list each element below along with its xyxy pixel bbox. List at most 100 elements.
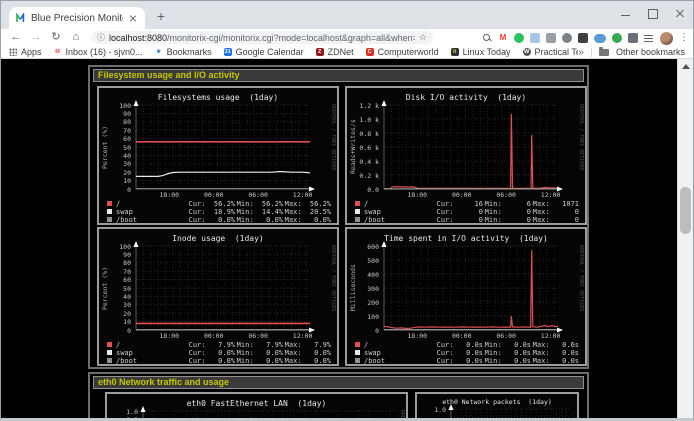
y-tick-label: 30: [99, 301, 131, 309]
y-tick-label: 30: [99, 160, 131, 168]
legend-series-name: /: [364, 341, 368, 349]
legend-max-value: Max: 7.9%: [239, 341, 331, 349]
search-extension-icon[interactable]: [482, 33, 492, 43]
bookmark-apps[interactable]: Apps: [9, 47, 42, 57]
camera-extension-icon[interactable]: [562, 33, 572, 43]
profile-avatar[interactable]: [660, 32, 673, 45]
legend-series-name: swap: [364, 349, 381, 357]
home-icon[interactable]: ⌂: [67, 30, 85, 45]
bookmark-label: ZDNet: [328, 47, 354, 57]
y-tick-label: 40: [99, 152, 131, 160]
blue-extension-icon[interactable]: [594, 34, 606, 43]
scrollbar-thumb[interactable]: [680, 187, 691, 234]
legend-row: swapCur: 0Min: 0Max: 0: [347, 208, 585, 216]
bookmark-zdnet[interactable]: Z ZDNet: [316, 47, 354, 57]
bookmark-label: Google Calendar: [236, 47, 304, 57]
x-tick-label: 06:00: [244, 332, 272, 340]
graph-inode-usage[interactable]: Inode usage (1day)Percent (%)10090807060…: [97, 227, 339, 366]
bookmark-practical-technol-[interactable]: W Practical Technol...: [523, 47, 579, 57]
chrome-menu-icon[interactable]: ⋮: [679, 32, 689, 44]
y-tick-label: 1.2 k: [347, 102, 379, 110]
monitorix-favicon: [16, 13, 26, 23]
y-tick-label: 20: [99, 169, 131, 177]
legend-swatch: [355, 201, 360, 206]
legend-row: swapCur: 18.9%Min: 14.4%Max: 20.5%: [99, 208, 337, 216]
y-tick-label: 0.2 k: [347, 172, 379, 180]
folder-icon: [599, 49, 609, 56]
graph-title: eth0 FastEthernet LAN (1day): [107, 399, 406, 408]
rrdtool-watermark: RRDTOOL / TOBI OETIKER: [330, 245, 336, 311]
bookmark-label: Computerworld: [378, 47, 439, 57]
y-tick-label: 1.0: [417, 406, 446, 414]
y-tick-label: 0.9: [107, 416, 138, 418]
y-tick-label: 100: [347, 313, 379, 321]
bookmarks-overflow-icon[interactable]: »: [578, 47, 584, 58]
graph-disk-io-activity[interactable]: Disk I/O activity (1day)Reads+Writes/s1.…: [345, 86, 587, 225]
tab-close-icon[interactable]: [128, 13, 138, 23]
grammarly-extension-icon[interactable]: [612, 33, 622, 43]
wordpress-icon: W: [523, 48, 531, 56]
new-tab-button[interactable]: +: [153, 9, 169, 25]
y-tick-label: 200: [347, 299, 379, 307]
scroll-up-icon[interactable]: [682, 64, 690, 69]
plot-svg: [384, 246, 558, 330]
bookmark-inbox-16-sjvn0-[interactable]: MInbox (16) - sjvn0...: [54, 47, 143, 57]
y-tick-label: 400: [347, 271, 379, 279]
reading-list-extension-icon[interactable]: [644, 33, 654, 43]
calendar-icon: 31: [224, 48, 232, 56]
green-extension-icon[interactable]: [514, 33, 524, 43]
gray-extension-icon[interactable]: [546, 33, 556, 43]
back-icon[interactable]: ←: [7, 30, 25, 45]
legend-series-name: swap: [364, 208, 381, 216]
bookmark-google-calendar[interactable]: 31 Google Calendar: [224, 47, 304, 57]
zdnet-icon: Z: [316, 48, 324, 56]
address-bar[interactable]: ⓘ localhost:8080/monitorix-cgi/monitorix…: [91, 31, 433, 44]
x-tick-label: 06:00: [492, 191, 520, 199]
minimize-window-icon[interactable]: [621, 7, 631, 19]
legend-series-name: swap: [116, 208, 133, 216]
pages-extension-icon[interactable]: [530, 33, 540, 43]
browser-window: Blue Precision Monitorix + ← → ↻ ⌂ ⓘ loc…: [0, 0, 694, 421]
x-tick-label: 06:00: [244, 191, 272, 199]
legend-row: swapCur: 0.0%Min: 0.0%Max: 0.0%: [99, 349, 337, 357]
gmail-extension-icon[interactable]: M: [498, 33, 508, 43]
bookmark-linux-today[interactable]: ltLinux Today: [451, 47, 511, 57]
graph-eth0-packets[interactable]: eth0 Network packets (1day)Packets/s1.0: [415, 392, 579, 418]
x-tick-label: 18:00: [403, 332, 431, 340]
legend-swatch: [107, 358, 112, 363]
tab-title: Blue Precision Monitorix: [31, 13, 123, 24]
y-tick-label: 0.0: [347, 186, 379, 194]
y-tick-label: 0: [99, 327, 131, 335]
bookmark-computerworld[interactable]: CComputerworld: [366, 47, 439, 57]
other-bookmarks-button[interactable]: Other bookmarks: [616, 47, 685, 57]
x-tick-label: 12:00: [537, 332, 565, 340]
legend-max-value: Max: 1071: [487, 200, 579, 208]
monitorix-page: Filesystem usage and I/O activity Filesy…: [1, 59, 693, 418]
page-info-icon[interactable]: ⓘ: [97, 32, 105, 43]
x-tick-label: 18:00: [155, 191, 183, 199]
browser-tab[interactable]: Blue Precision Monitorix: [9, 7, 145, 29]
maximize-window-icon[interactable]: [648, 7, 658, 19]
section-header-network: eth0 Network traffic and usage: [93, 376, 584, 389]
y-tick-label: 50: [99, 144, 131, 152]
x-tick-label: 12:00: [289, 191, 317, 199]
dark-extension-icon[interactable]: [578, 33, 588, 43]
close-window-icon[interactable]: [675, 7, 685, 19]
legend-max-value: Max: 0: [487, 216, 579, 224]
graph-time-spent-io[interactable]: Time spent in I/O activity (1day)Millise…: [345, 227, 587, 366]
puzzle-extension-icon[interactable]: [628, 33, 638, 43]
legend-row: /Cur: 7.9%Min: 7.9%Max: 7.9%: [99, 341, 337, 349]
legend-row: /bootCur: 0Min: 0Max: 0: [347, 216, 585, 224]
bookmark-star-icon[interactable]: ☆: [419, 32, 427, 43]
reload-icon[interactable]: ↻: [47, 30, 65, 45]
x-tick-label: 12:00: [537, 191, 565, 199]
y-tick-label: 10: [99, 318, 131, 326]
scrollbar[interactable]: [677, 59, 693, 418]
bookmark-label: Practical Technol...: [535, 47, 579, 57]
bookmark-label: Apps: [21, 47, 42, 57]
y-tick-label: 80: [99, 259, 131, 267]
forward-icon[interactable]: →: [27, 30, 45, 45]
bookmark-bookmarks[interactable]: ★Bookmarks: [155, 47, 212, 57]
graph-eth0-traffic[interactable]: eth0 FastEthernet LAN (1day)1.00.9RRDTOO…: [105, 392, 408, 418]
graph-filesystems-usage[interactable]: Filesystems usage (1day)Percent (%)10090…: [97, 86, 339, 225]
